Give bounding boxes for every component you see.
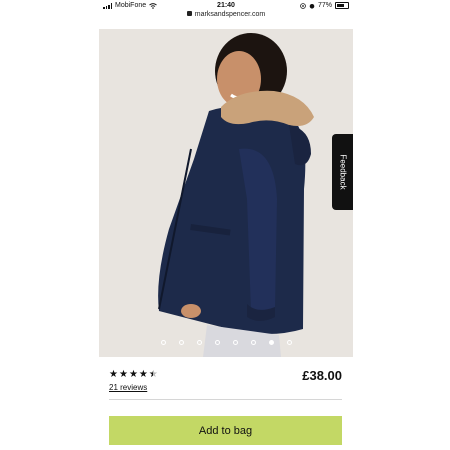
feedback-label: Feedback xyxy=(338,154,347,190)
gallery-dot[interactable] xyxy=(160,340,166,345)
product-photo[interactable] xyxy=(99,29,353,357)
product-image-gallery[interactable] xyxy=(99,29,353,357)
battery-icon xyxy=(335,2,349,9)
gallery-dot[interactable] xyxy=(178,340,184,345)
star-rating: ★★★★★★ xyxy=(109,370,158,380)
gallery-dot[interactable] xyxy=(196,340,202,345)
gallery-pagination[interactable] xyxy=(99,340,353,345)
gallery-dot[interactable] xyxy=(250,340,256,345)
divider xyxy=(109,399,342,400)
add-to-bag-button[interactable]: Add to bag xyxy=(109,416,342,445)
mobile-page: MobiFone 21:40 77% marksandspencer.com F… xyxy=(99,0,353,450)
feedback-tab[interactable]: Feedback xyxy=(332,134,353,210)
gallery-dot[interactable] xyxy=(214,340,220,345)
gallery-dot[interactable] xyxy=(232,340,238,345)
star-full-icon: ★ xyxy=(138,369,148,380)
reviews-link[interactable]: 21 reviews xyxy=(109,383,147,392)
status-right: 77% xyxy=(300,2,349,9)
star-full-icon: ★ xyxy=(118,369,128,380)
battery-percent: 77% xyxy=(317,2,332,9)
star-half-icon: ★★ xyxy=(148,369,158,380)
address-bar[interactable]: marksandspencer.com xyxy=(99,11,353,23)
product-price: £38.00 xyxy=(302,368,342,383)
orientation-lock-icon xyxy=(300,2,306,9)
url-text: marksandspencer.com xyxy=(194,11,266,18)
lock-icon xyxy=(186,11,192,16)
star-full-icon: ★ xyxy=(128,369,138,380)
alarm-icon xyxy=(309,3,315,9)
gallery-dot[interactable] xyxy=(268,340,274,345)
star-full-icon: ★ xyxy=(109,369,118,380)
gallery-dot[interactable] xyxy=(286,340,292,345)
